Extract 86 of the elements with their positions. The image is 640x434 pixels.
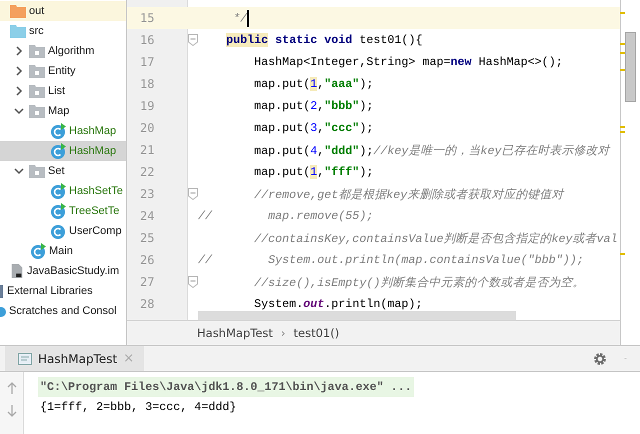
tree-item[interactable]: TreeSetTe bbox=[0, 201, 126, 221]
tree-item[interactable]: External Libraries bbox=[0, 281, 126, 301]
folder-icon bbox=[29, 64, 45, 78]
tree-item[interactable]: src bbox=[0, 21, 126, 41]
code-line: map.put(3,"ccc"); bbox=[253, 121, 374, 135]
line-number: 18 bbox=[139, 77, 156, 91]
console-line: {1=fff, 2=bbb, 3=ccc, 4=ddd} bbox=[39, 399, 238, 416]
scratches-icon bbox=[0, 305, 6, 317]
library-icon bbox=[0, 284, 4, 298]
line-number: 22 bbox=[139, 165, 156, 179]
line-number: 24 bbox=[139, 209, 156, 223]
console-icon bbox=[18, 352, 32, 364]
warning-marker[interactable] bbox=[620, 126, 625, 128]
tree-item[interactable]: Scratches and Consol bbox=[0, 301, 126, 321]
code-line: */ bbox=[232, 10, 250, 26]
arrow-up-icon[interactable] bbox=[6, 382, 16, 394]
chevron-right-icon[interactable] bbox=[14, 86, 24, 96]
class-icon bbox=[30, 243, 46, 259]
code-line: // System.out.println(map.containsValue("bbb")); bbox=[198, 253, 584, 267]
settings-icon[interactable] bbox=[593, 352, 607, 366]
tree-item[interactable]: JavaBasicStudy.im bbox=[0, 261, 126, 281]
tree-item[interactable]: HashMap bbox=[0, 121, 126, 141]
line-number: 20 bbox=[139, 121, 156, 135]
tree-item[interactable]: UserComp bbox=[0, 221, 126, 241]
tree-item[interactable]: HashMap bbox=[0, 141, 126, 161]
tree-item[interactable]: Algorithm bbox=[0, 41, 126, 61]
class-icon bbox=[50, 143, 66, 159]
code-line: //remove,get都是根据key来删除或者获取对应的键值对 bbox=[253, 186, 564, 202]
warning-marker[interactable] bbox=[620, 12, 625, 14]
chevron-down-icon[interactable] bbox=[14, 166, 24, 176]
code-line: System.out.println(map); bbox=[253, 297, 422, 311]
chevron-down-icon[interactable] bbox=[14, 106, 24, 116]
line-number: 17 bbox=[139, 55, 156, 69]
class-icon bbox=[50, 183, 66, 199]
line-number: 16 bbox=[139, 33, 156, 47]
horizontal-scrollbar[interactable] bbox=[198, 311, 516, 320]
line-number: 23 bbox=[139, 187, 156, 201]
chevron-right-icon[interactable] bbox=[14, 46, 24, 56]
code-line: HashMap<Integer,String> map=new HashMap<>(); bbox=[253, 55, 563, 69]
tree-item[interactable]: Entity bbox=[0, 61, 126, 81]
tree-item[interactable]: out bbox=[0, 1, 126, 21]
tree-item[interactable]: List bbox=[0, 81, 126, 101]
line-number: 19 bbox=[139, 99, 156, 113]
vertical-scrollbar[interactable] bbox=[625, 32, 636, 102]
file-icon bbox=[10, 263, 24, 279]
code-line: map.put(2,"bbb"); bbox=[253, 99, 374, 113]
line-number: 15 bbox=[139, 11, 156, 25]
breadcrumb-separator: › bbox=[280, 326, 286, 340]
warning-marker[interactable] bbox=[620, 52, 625, 54]
line-number: 28 bbox=[139, 297, 156, 311]
code-line: //size(),isEmpty()判断集合中元素的个数或者是否为空。 bbox=[253, 274, 584, 290]
tree-item[interactable]: HashSetTe bbox=[0, 181, 126, 201]
folder-icon bbox=[29, 84, 45, 98]
class-icon bbox=[50, 203, 66, 219]
breadcrumb-item[interactable]: test01() bbox=[294, 326, 340, 340]
breadcrumb-item[interactable]: HashMapTest bbox=[197, 326, 273, 340]
class-icon bbox=[50, 123, 66, 139]
folder-icon bbox=[10, 4, 26, 18]
code-line: map.put(1,"fff"); bbox=[253, 165, 374, 179]
run-tab[interactable]: HashMapTest × bbox=[5, 346, 144, 371]
warning-marker[interactable] bbox=[620, 253, 625, 255]
warning-marker[interactable] bbox=[620, 131, 625, 133]
code-line: public static void test01(){ bbox=[225, 33, 422, 47]
fold-icon[interactable] bbox=[188, 188, 198, 200]
code-line: map.put(4,"ddd");//key是唯一的，当key已存在时表示修改对 bbox=[253, 142, 610, 158]
line-number: 25 bbox=[139, 231, 156, 245]
folder-icon bbox=[29, 104, 45, 118]
line-number: 21 bbox=[139, 143, 156, 157]
folder-icon bbox=[10, 24, 26, 38]
warning-marker[interactable] bbox=[620, 43, 625, 45]
folder-icon bbox=[29, 44, 45, 58]
code-line: //containsKey,containsValue判断是否包含指定的key或者val bbox=[253, 230, 618, 246]
code-line: map.put(1,"aaa"); bbox=[253, 77, 374, 91]
arrow-down-icon[interactable] bbox=[6, 405, 16, 417]
fold-icon[interactable] bbox=[188, 34, 198, 46]
warning-marker[interactable] bbox=[620, 69, 625, 71]
chevron-right-icon[interactable] bbox=[14, 66, 24, 76]
class-icon bbox=[50, 223, 66, 239]
code-line: // map.remove(55); bbox=[198, 209, 374, 223]
folder-icon bbox=[29, 164, 45, 178]
tree-item[interactable]: Main bbox=[0, 241, 126, 261]
line-number: 26 bbox=[139, 253, 156, 267]
fold-icon[interactable] bbox=[188, 276, 198, 288]
tree-item[interactable]: Set bbox=[0, 161, 126, 181]
tree-item[interactable]: Map bbox=[0, 101, 126, 121]
line-number: 27 bbox=[139, 275, 156, 289]
